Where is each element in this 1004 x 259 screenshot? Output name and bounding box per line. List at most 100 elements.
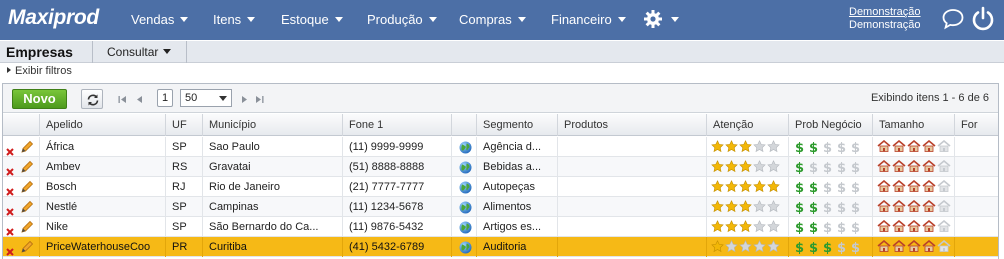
house-icon[interactable]: [877, 220, 891, 232]
probability-dollar-rating[interactable]: $ $ $ $ $: [793, 140, 862, 154]
delete-icon[interactable]: [6, 183, 14, 197]
app-logo[interactable]: Maxiprod: [8, 6, 99, 30]
edit-pencil-icon[interactable]: [20, 220, 34, 237]
consultar-menu[interactable]: Consultar: [107, 45, 172, 59]
nav-menu-compras[interactable]: Compras: [459, 12, 526, 27]
edit-pencil-icon[interactable]: [20, 160, 34, 177]
star-icon[interactable]: [711, 180, 724, 193]
house-icon[interactable]: [922, 180, 936, 192]
dollar-icon[interactable]: $: [849, 140, 862, 154]
house-icon[interactable]: [937, 200, 951, 212]
house-icon[interactable]: [937, 240, 951, 252]
star-icon[interactable]: [753, 220, 766, 233]
star-icon[interactable]: [767, 200, 780, 213]
attention-star-rating[interactable]: [711, 140, 780, 153]
delete-icon[interactable]: [6, 163, 14, 177]
delete-icon[interactable]: [6, 223, 14, 237]
globe-icon[interactable]: [459, 221, 472, 237]
edit-pencil-icon[interactable]: [20, 180, 34, 197]
show-filters-toggle[interactable]: Exibir filtros: [7, 65, 72, 77]
house-icon[interactable]: [937, 140, 951, 152]
house-icon[interactable]: [892, 220, 906, 232]
user-menu[interactable]: Demonstração Demonstração: [849, 6, 921, 32]
house-icon[interactable]: [937, 220, 951, 232]
size-house-rating[interactable]: [877, 200, 951, 212]
house-icon[interactable]: [877, 180, 891, 192]
house-icon[interactable]: [892, 180, 906, 192]
dollar-icon[interactable]: $: [807, 180, 820, 194]
nav-menu-estoque[interactable]: Estoque: [281, 12, 343, 27]
chat-bubble-icon[interactable]: [941, 7, 965, 34]
edit-pencil-icon[interactable]: [20, 200, 34, 217]
house-icon[interactable]: [937, 180, 951, 192]
house-icon[interactable]: [907, 160, 921, 172]
column-header-web[interactable]: [452, 114, 477, 136]
attention-star-rating[interactable]: [711, 200, 780, 213]
house-icon[interactable]: [892, 200, 906, 212]
house-icon[interactable]: [877, 160, 891, 172]
nav-menu-itens[interactable]: Itens: [213, 12, 256, 27]
house-icon[interactable]: [877, 140, 891, 152]
star-icon[interactable]: [753, 180, 766, 193]
dollar-icon[interactable]: $: [793, 220, 806, 234]
size-house-rating[interactable]: [877, 240, 951, 252]
dollar-icon[interactable]: $: [807, 220, 820, 234]
house-icon[interactable]: [922, 240, 936, 252]
refresh-button[interactable]: [81, 89, 103, 109]
star-icon[interactable]: [725, 160, 738, 173]
edit-pencil-icon[interactable]: [20, 140, 34, 157]
column-header-tamanho[interactable]: Tamanho: [873, 114, 955, 136]
dollar-icon[interactable]: $: [821, 180, 834, 194]
house-icon[interactable]: [892, 140, 906, 152]
house-icon[interactable]: [907, 140, 921, 152]
delete-icon[interactable]: [6, 243, 14, 257]
dollar-icon[interactable]: $: [849, 180, 862, 194]
probability-dollar-rating[interactable]: $ $ $ $ $: [793, 240, 862, 254]
first-page-icon[interactable]: [118, 93, 127, 107]
star-icon[interactable]: [739, 180, 752, 193]
probability-dollar-rating[interactable]: $ $ $ $ $: [793, 160, 862, 174]
star-icon[interactable]: [739, 160, 752, 173]
dollar-icon[interactable]: $: [821, 220, 834, 234]
nav-menu-producao[interactable]: Produção: [367, 12, 437, 27]
probability-dollar-rating[interactable]: $ $ $ $ $: [793, 220, 862, 234]
house-icon[interactable]: [922, 220, 936, 232]
dollar-icon[interactable]: $: [835, 240, 848, 254]
dollar-icon[interactable]: $: [835, 140, 848, 154]
size-house-rating[interactable]: [877, 220, 951, 232]
star-icon[interactable]: [725, 140, 738, 153]
dollar-icon[interactable]: $: [807, 140, 820, 154]
dollar-icon[interactable]: $: [835, 220, 848, 234]
table-row[interactable]: África SP Sao Paulo (11) 9999-9999 Agência d…: [3, 137, 998, 157]
dollar-icon[interactable]: $: [821, 140, 834, 154]
last-page-icon[interactable]: [255, 93, 264, 107]
house-icon[interactable]: [922, 160, 936, 172]
house-icon[interactable]: [922, 200, 936, 212]
column-header-segmento[interactable]: Segmento: [477, 114, 558, 136]
star-icon[interactable]: [725, 220, 738, 233]
globe-icon[interactable]: [459, 241, 472, 257]
star-icon[interactable]: [725, 200, 738, 213]
star-icon[interactable]: [711, 140, 724, 153]
power-icon[interactable]: [971, 6, 995, 35]
attention-star-rating[interactable]: [711, 180, 780, 193]
house-icon[interactable]: [922, 140, 936, 152]
house-icon[interactable]: [892, 240, 906, 252]
size-house-rating[interactable]: [877, 180, 951, 192]
house-icon[interactable]: [907, 240, 921, 252]
user-name-link[interactable]: Demonstração: [849, 6, 921, 19]
column-header-atencao[interactable]: Atenção: [707, 114, 789, 136]
probability-dollar-rating[interactable]: $ $ $ $ $: [793, 180, 862, 194]
size-house-rating[interactable]: [877, 160, 951, 172]
dollar-icon[interactable]: $: [793, 140, 806, 154]
star-icon[interactable]: [753, 140, 766, 153]
dollar-icon[interactable]: $: [807, 200, 820, 214]
globe-icon[interactable]: [459, 201, 472, 217]
attention-star-rating[interactable]: [711, 240, 780, 253]
star-icon[interactable]: [711, 240, 724, 253]
star-icon[interactable]: [725, 240, 738, 253]
new-button[interactable]: Novo: [12, 89, 67, 109]
star-icon[interactable]: [767, 140, 780, 153]
dollar-icon[interactable]: $: [849, 200, 862, 214]
dollar-icon[interactable]: $: [793, 200, 806, 214]
